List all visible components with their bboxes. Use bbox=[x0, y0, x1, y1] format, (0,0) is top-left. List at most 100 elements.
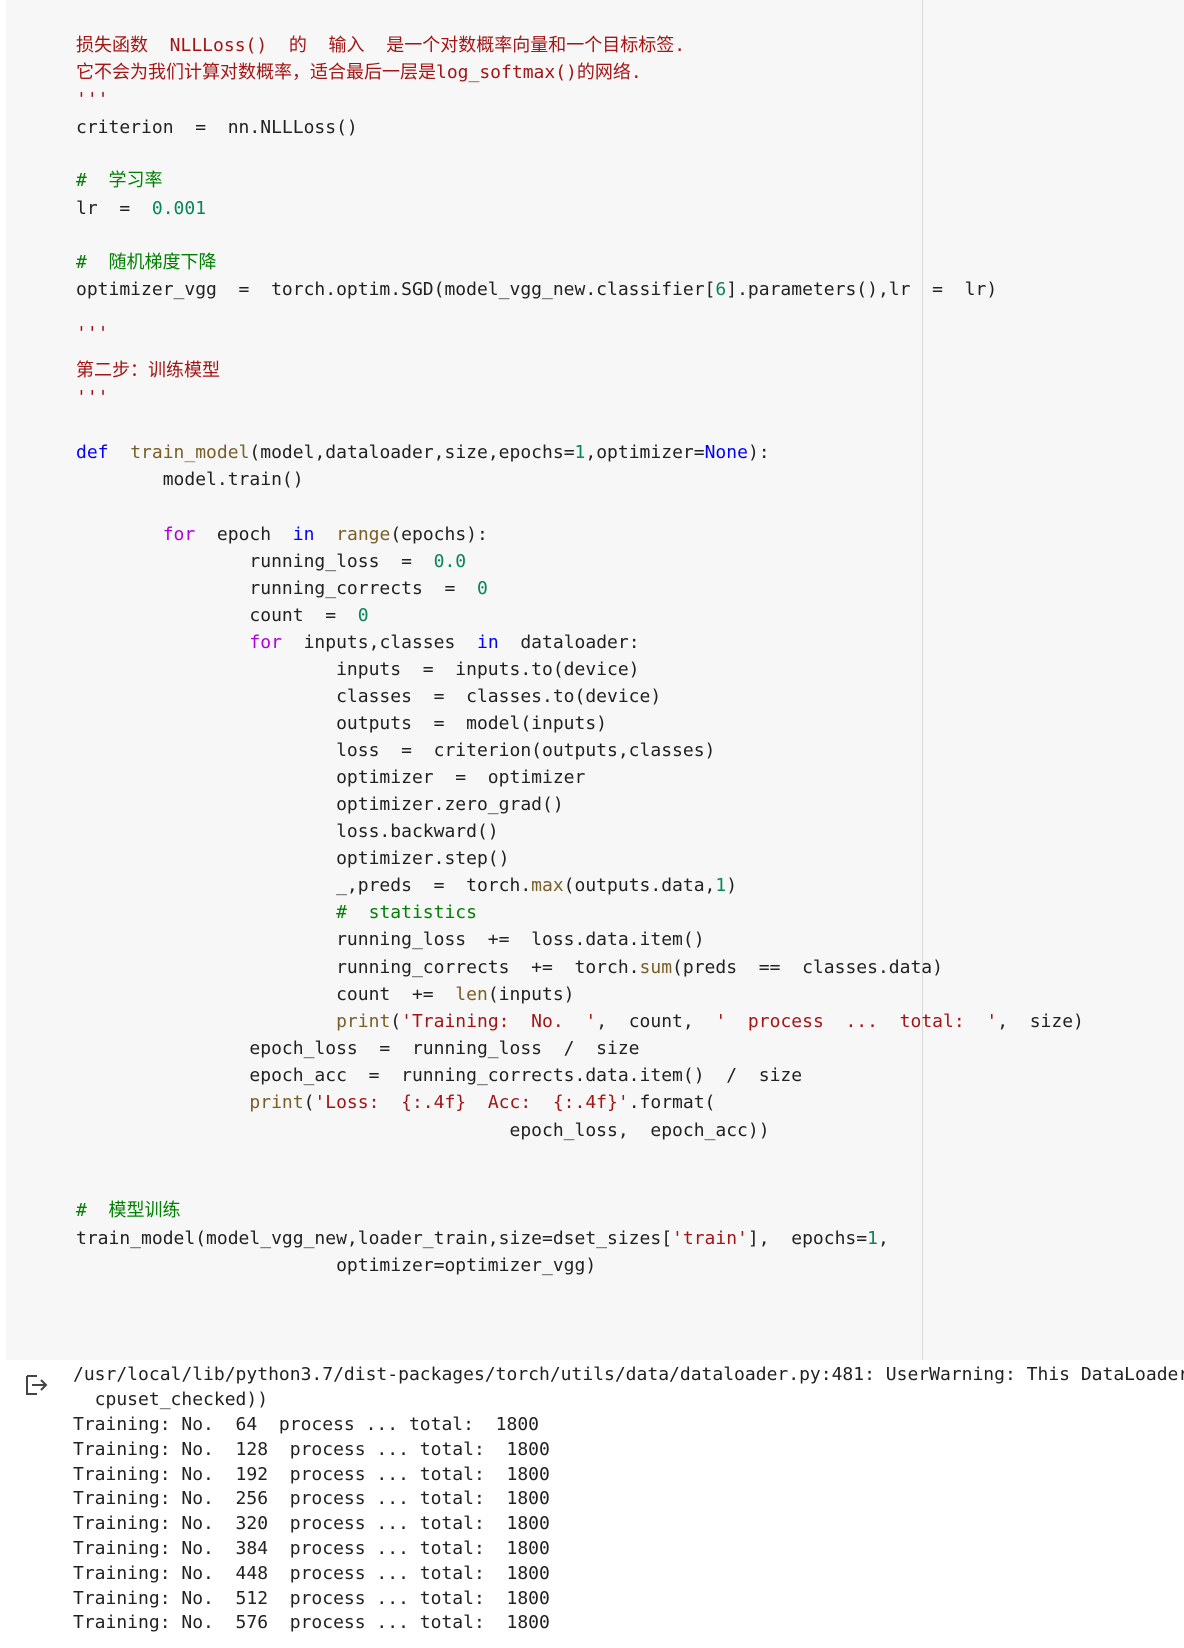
code-token: # 模型训练 bbox=[76, 1200, 181, 1221]
code-line[interactable]: # statistics bbox=[76, 899, 477, 927]
output-line: Training: No. 384 process ... total: 180… bbox=[73, 1538, 550, 1559]
code-line[interactable]: print('Training: No. ', count, ' process… bbox=[76, 1008, 1084, 1036]
output-line: /usr/local/lib/python3.7/dist-packages/t… bbox=[73, 1364, 1184, 1385]
output-redirect-icon[interactable] bbox=[24, 1374, 50, 1396]
code-token: inputs = inputs.to(device) bbox=[76, 659, 640, 680]
code-token: sum bbox=[639, 957, 673, 978]
code-token: 损失函数 NLLLoss() 的 输入 是一个对数概率向量和一个目标标签. bbox=[76, 35, 686, 56]
code-token: for bbox=[249, 632, 282, 653]
code-token: , size) bbox=[997, 1011, 1084, 1032]
code-line[interactable]: classes = classes.to(device) bbox=[76, 683, 661, 711]
code-token: epoch_acc = running_corrects.data.item()… bbox=[76, 1065, 803, 1086]
code-line[interactable]: epoch_acc = running_corrects.data.item()… bbox=[76, 1062, 802, 1090]
code-token: .format( bbox=[628, 1092, 716, 1113]
code-token: lr = bbox=[76, 198, 152, 219]
code-line[interactable]: def train_model(model,dataloader,size,ep… bbox=[76, 439, 770, 467]
code-token: def bbox=[76, 442, 109, 463]
code-line[interactable]: model.train() bbox=[76, 466, 304, 494]
output-line: Training: No. 192 process ... total: 180… bbox=[73, 1463, 550, 1485]
code-token: print bbox=[336, 1011, 391, 1032]
code-line[interactable]: running_corrects += torch.sum(preds == c… bbox=[76, 954, 943, 982]
code-line[interactable]: ''' bbox=[76, 320, 109, 348]
output-line: Training: No. 448 process ... total: 180… bbox=[73, 1562, 550, 1584]
output-line: Training: No. 64 process ... total: 1800 bbox=[73, 1414, 539, 1435]
code-token: ,optimizer= bbox=[585, 442, 705, 463]
code-line[interactable]: 损失函数 NLLLoss() 的 输入 是一个对数概率向量和一个目标标签. bbox=[76, 32, 685, 60]
code-line[interactable]: optimizer = optimizer bbox=[76, 764, 585, 792]
code-line[interactable]: loss.backward() bbox=[76, 818, 499, 846]
code-token: 1 bbox=[574, 442, 586, 463]
code-line[interactable]: count = 0 bbox=[76, 602, 369, 630]
code-line[interactable]: print('Loss: {:.4f} Acc: {:.4f}'.format( bbox=[76, 1089, 715, 1117]
line-length-ruler bbox=[922, 0, 923, 1360]
code-token: running_loss += loss.data.item() bbox=[76, 929, 705, 950]
code-token: 'train' bbox=[672, 1228, 748, 1249]
code-token: 0 bbox=[357, 605, 369, 626]
output-line: Training: No. 512 process ... total: 180… bbox=[73, 1587, 550, 1609]
code-line[interactable]: lr = 0.001 bbox=[76, 195, 206, 223]
code-line[interactable]: criterion = nn.NLLLoss() bbox=[76, 114, 358, 142]
code-line[interactable]: epoch_loss = running_loss / size bbox=[76, 1035, 639, 1063]
code-token: loss = criterion(outputs,classes) bbox=[76, 740, 716, 761]
code-token: 'Loss: {:.4f} Acc: {:.4f}' bbox=[314, 1092, 629, 1113]
code-line[interactable]: # 学习率 bbox=[76, 167, 163, 195]
code-line[interactable]: # 模型训练 bbox=[76, 1197, 181, 1225]
code-line[interactable]: running_loss = 0.0 bbox=[76, 548, 466, 576]
code-line[interactable]: outputs = model(inputs) bbox=[76, 710, 607, 738]
code-token: 第二步：训练模型 bbox=[76, 360, 220, 381]
code-token: criterion = nn.NLLLoss() bbox=[76, 117, 358, 138]
code-line[interactable]: 它不会为我们计算对数概率，适合最后一层是log_softmax()的网络. bbox=[76, 59, 642, 87]
code-token: optimizer.zero_grad() bbox=[76, 794, 564, 815]
code-token: (inputs) bbox=[487, 984, 575, 1005]
code-token: # 学习率 bbox=[76, 170, 163, 191]
code-token: None bbox=[704, 442, 748, 463]
code-token: outputs = model(inputs) bbox=[76, 713, 608, 734]
code-line[interactable]: running_corrects = 0 bbox=[76, 575, 487, 603]
code-line[interactable]: 第二步：训练模型 bbox=[76, 357, 220, 385]
code-line[interactable]: ''' bbox=[76, 86, 109, 114]
code-token: optimizer.step() bbox=[76, 848, 510, 869]
code-token: # statistics bbox=[336, 902, 477, 923]
code-line[interactable]: running_loss += loss.data.item() bbox=[76, 926, 705, 954]
code-line[interactable]: optimizer.step() bbox=[76, 845, 509, 873]
code-token: ( bbox=[303, 1092, 315, 1113]
code-token: 1 bbox=[715, 875, 727, 896]
code-line[interactable]: # 随机梯度下降 bbox=[76, 249, 217, 277]
code-token: (outputs.data, bbox=[563, 875, 716, 896]
code-token: ''' bbox=[76, 323, 109, 344]
code-token: , count, bbox=[596, 1011, 716, 1032]
code-line[interactable]: loss = criterion(outputs,classes) bbox=[76, 737, 715, 765]
output-area: /usr/local/lib/python3.7/dist-packages/t… bbox=[0, 1360, 1184, 1648]
output-line: Training: No. 320 process ... total: 180… bbox=[73, 1513, 550, 1535]
code-line[interactable]: optimizer=optimizer_vgg) bbox=[76, 1252, 596, 1280]
code-token: ''' bbox=[76, 89, 109, 110]
code-line[interactable]: count += len(inputs) bbox=[76, 981, 575, 1009]
code-token: 1 bbox=[867, 1228, 878, 1249]
code-token: ''' bbox=[76, 387, 109, 408]
code-line[interactable]: inputs = inputs.to(device) bbox=[76, 656, 640, 684]
code-token: in bbox=[292, 524, 315, 545]
output-line: Training: No. 256 process ... total: 180… bbox=[73, 1488, 550, 1510]
code-line[interactable]: optimizer_vgg = torch.optim.SGD(model_vg… bbox=[76, 276, 997, 304]
code-cell[interactable]: 损失函数 NLLLoss() 的 输入 是一个对数概率向量和一个目标标签. 它不会… bbox=[6, 0, 1184, 1360]
code-token: optimizer = optimizer bbox=[76, 767, 586, 788]
code-token: (preds == classes.data) bbox=[672, 957, 943, 978]
code-token: 0.0 bbox=[433, 551, 467, 572]
code-line[interactable]: _,preds = torch.max(outputs.data,1) bbox=[76, 872, 737, 900]
code-line[interactable]: for epoch in range(epochs): bbox=[76, 521, 488, 549]
code-line[interactable]: epoch_loss, epoch_acc)) bbox=[76, 1117, 769, 1145]
code-token: (epochs): bbox=[390, 524, 488, 545]
output-line: cpuset_checked)) bbox=[73, 1389, 269, 1410]
output-line: Training: No. 128 process ... total: 180… bbox=[73, 1438, 550, 1460]
code-token: inputs,classes bbox=[281, 632, 477, 653]
code-line[interactable]: for inputs,classes in dataloader: bbox=[76, 629, 639, 657]
code-token: ].parameters(),lr = lr) bbox=[726, 279, 998, 300]
code-line[interactable]: optimizer.zero_grad() bbox=[76, 791, 564, 819]
code-token: range bbox=[336, 524, 391, 545]
code-token: ' process ... total: ' bbox=[715, 1011, 998, 1032]
code-line[interactable]: ''' bbox=[76, 384, 109, 412]
code-line[interactable]: train_model(model_vgg_new,loader_train,s… bbox=[76, 1225, 889, 1253]
